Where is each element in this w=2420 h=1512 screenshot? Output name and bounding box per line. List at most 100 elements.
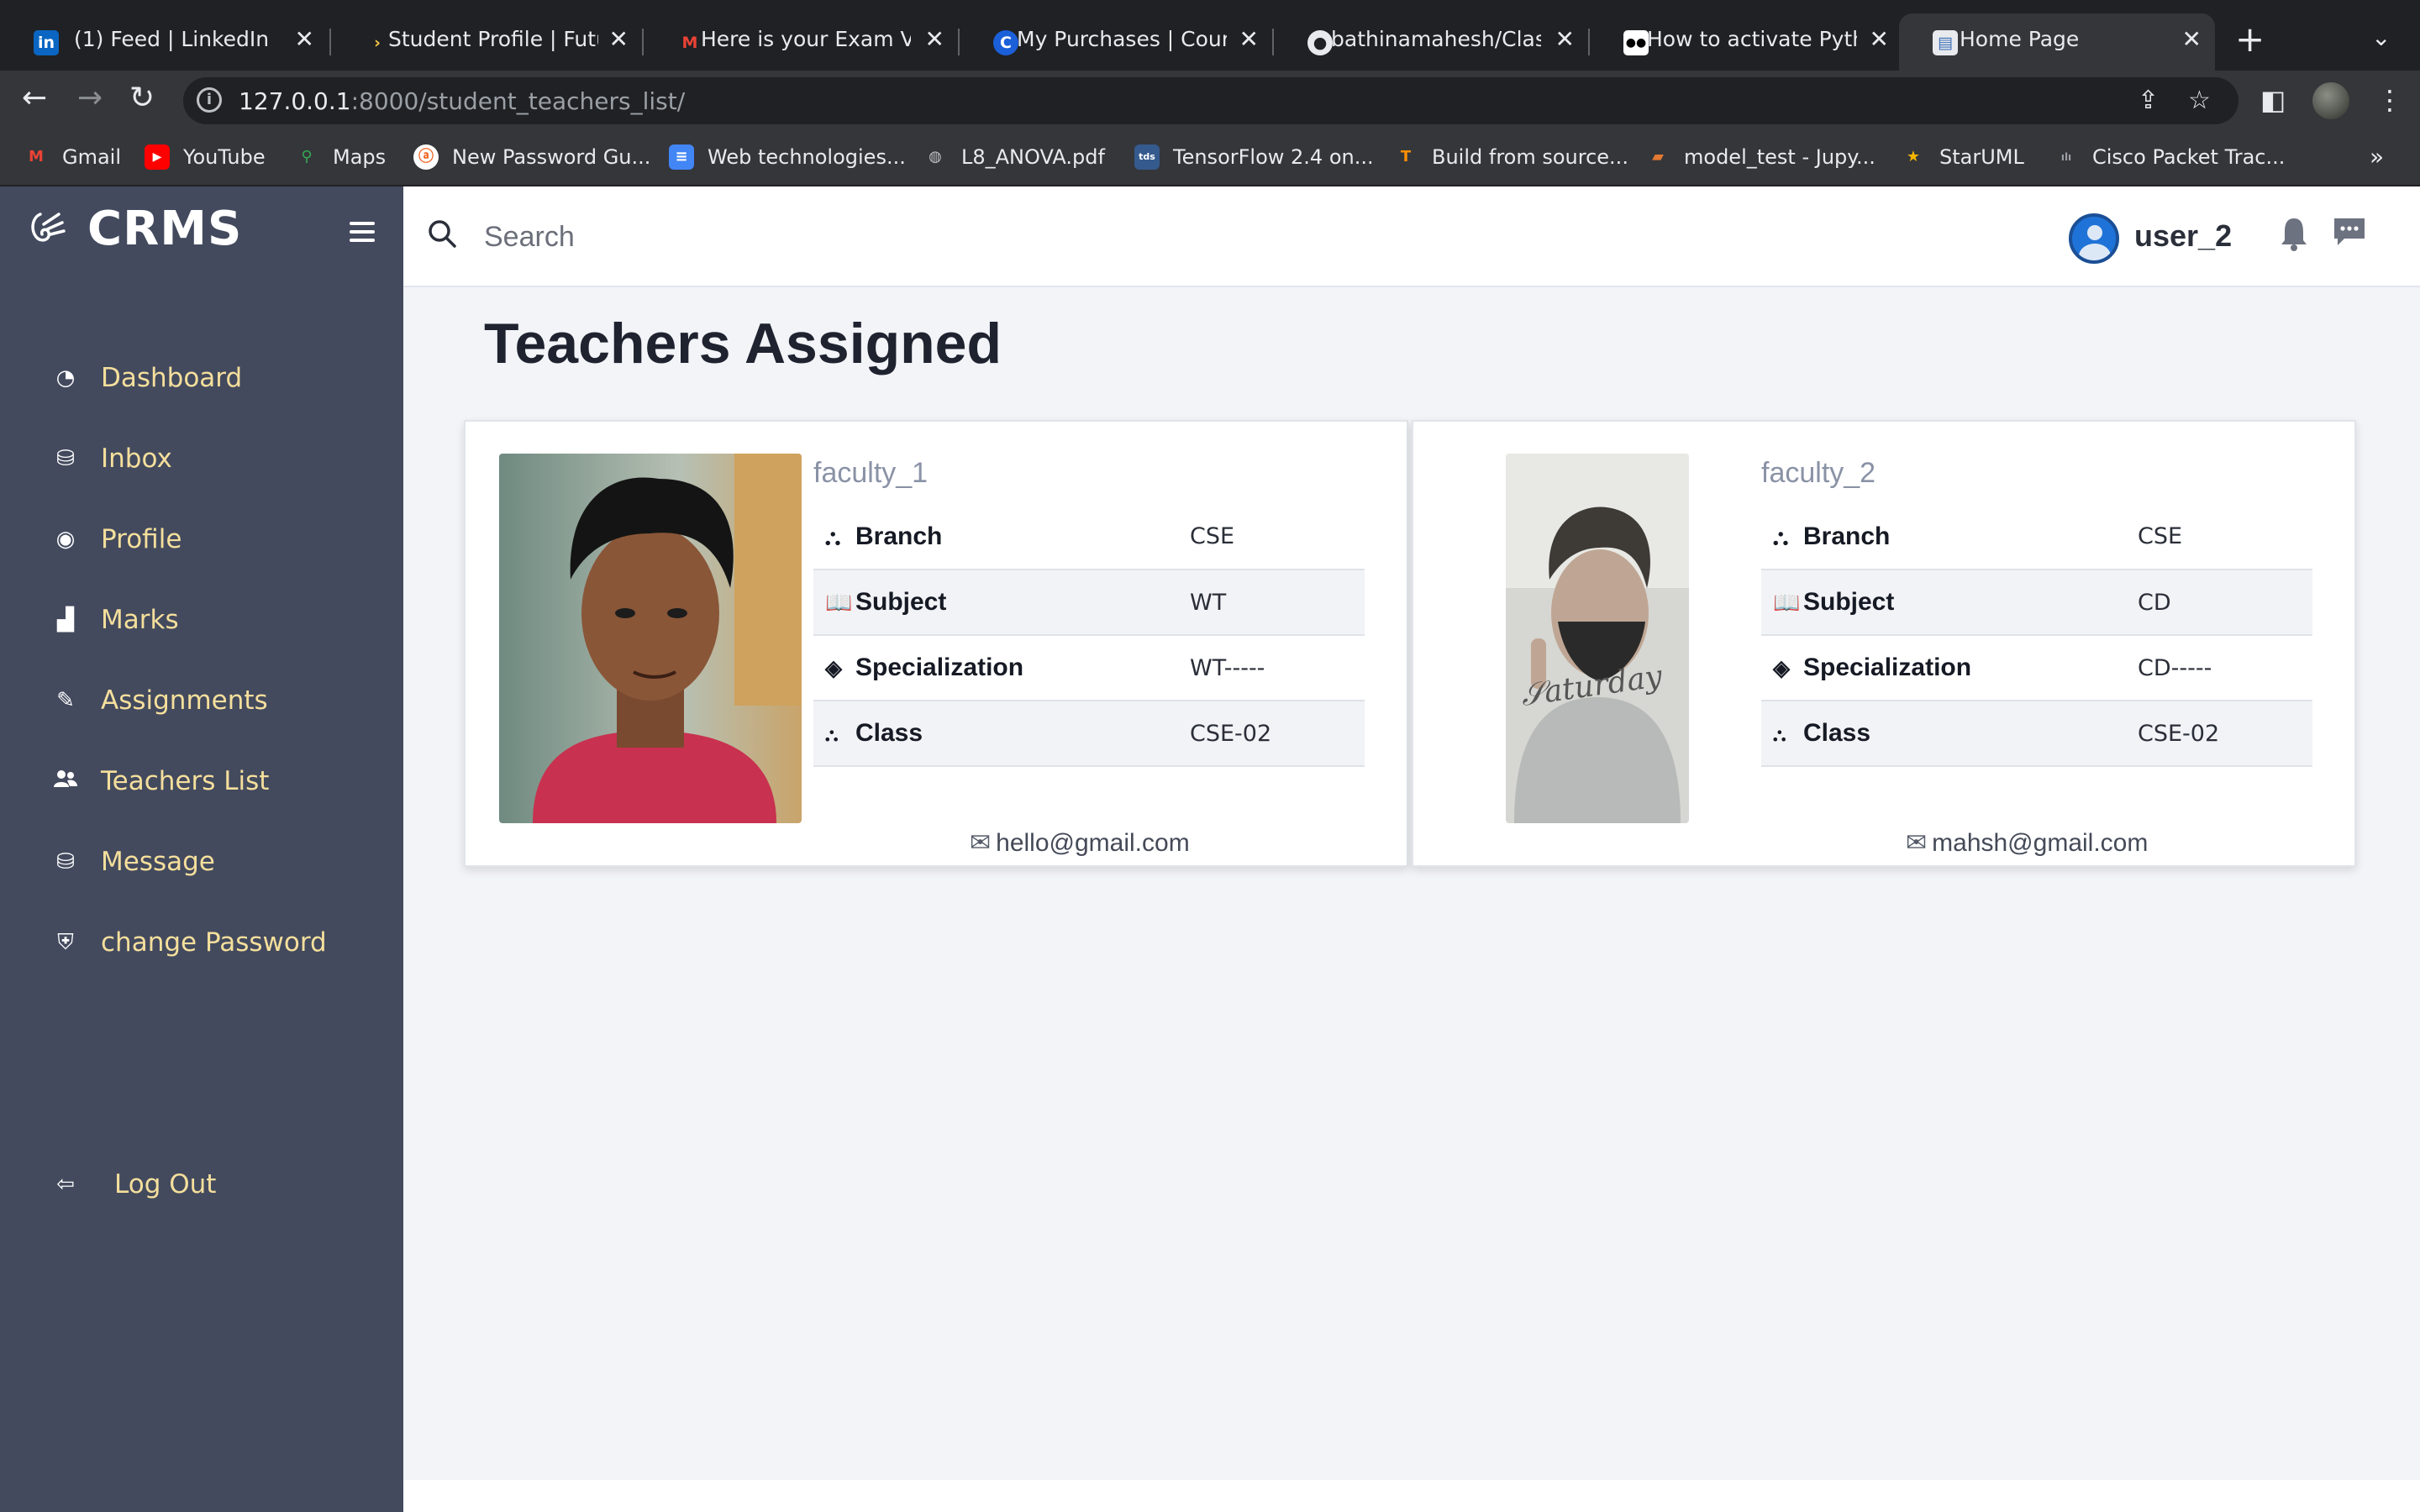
close-tab-icon[interactable]: ✕ [609,25,629,53]
teacher-card: 𝒮aturday faculty_2 ⛬ Branch CSE 📖 Subject … [1412,420,2356,867]
browser-tab[interactable]: in (1) Feed | LinkedIn ✕ [0,13,328,71]
bookmark-cisco[interactable]: ılı Cisco Packet Trac... [2054,144,2286,170]
bookmark-label: StarUML [1939,145,2024,169]
site-info-icon[interactable]: i [197,87,222,113]
browser-tab[interactable]: C My Purchases | Cours ✕ [960,13,1272,71]
sitemap-icon: ⛬ [825,523,841,549]
bookmark-star-icon[interactable]: ☆ [2188,86,2211,115]
bookmark-build-from-source[interactable]: T Build from source... [1393,144,1628,170]
specialization-label-cell: ◈ Specialization [813,635,1190,701]
bookmark-tensorflow[interactable]: tds TensorFlow 2.4 on... [1134,144,1374,170]
close-tab-icon[interactable]: ✕ [1870,25,1889,53]
nav-logout[interactable]: ⇦ Log Out [52,1169,216,1200]
table-row: 📖 Subject WT [813,570,1365,636]
browser-profile-avatar[interactable] [2312,82,2349,119]
chat-icon[interactable] [2331,215,2368,249]
teacher-details-table: ⛬ Branch CSE 📖 Subject CD ◈ Specialization … [1761,504,2312,767]
bell-icon[interactable] [2279,215,2309,252]
nav-assignments[interactable]: ✎ Assignments [52,685,268,716]
nav-marks[interactable]: ▟ Marks [52,605,179,635]
bookmark-web-technologies[interactable]: ≡ Web technologies... [669,144,906,170]
table-row: ⛬ Class CSE-02 [813,701,1365,767]
bookmark-model-test[interactable]: ▰ model_test - Jupy... [1645,144,1876,170]
envelope-icon: ✉ [970,829,992,857]
nav-message[interactable]: ⛁ Message [52,847,215,877]
bookmarks-bar: M Gmail ▶ YouTube ⚲ Maps ⓐ New Password Gu..… [0,131,2420,186]
bookmark-label: Build from source... [1432,145,1628,169]
profile-icon: ◉ [55,527,76,552]
share-icon[interactable]: ⇪ [2138,86,2159,115]
bookmark-label: YouTube [183,145,266,169]
url-text[interactable]: 127.0.0.1:8000/student_teachers_list/ [239,87,685,115]
bookmark-maps[interactable]: ⚲ Maps [294,144,386,170]
back-arrow-icon[interactable]: ← [22,81,47,115]
browser-tab[interactable]: M Here is your Exam Vou ✕ [644,13,958,71]
message-icon: ⛁ [56,849,75,874]
table-row: ◈ Specialization CD----- [1761,635,2312,701]
nav-label: Inbox [101,444,172,474]
table-row: ⛬ Class CSE-02 [1761,701,2312,767]
teacher-email[interactable]: ✉ mahsh@gmail.com [1906,828,2148,858]
teacher-email[interactable]: ✉ hello@gmail.com [970,828,1190,858]
bookmark-gmail[interactable]: M Gmail [24,144,121,170]
table-row: ⛬ Branch CSE [1761,504,2312,570]
side-panel-icon[interactable]: ◧ [2260,84,2286,116]
close-tab-icon[interactable]: ✕ [925,25,944,53]
new-tab-plus-icon[interactable]: + [2235,18,2265,60]
futurense-icon: › [374,34,381,52]
browser-tab[interactable]: › Student Profile | Futur ✕ [331,13,642,71]
browser-tab[interactable]: ● bathinamahesh/Classr ✕ [1274,13,1588,71]
bookmark-label: L8_ANOVA.pdf [961,145,1105,169]
nav-inbox[interactable]: ⛁ Inbox [52,444,172,474]
search-input[interactable] [482,213,986,260]
nav-label: Assignments [101,685,268,716]
brand[interactable]: CRMS [25,202,242,256]
user-avatar[interactable] [2069,213,2119,264]
page-title: Teachers Assigned [484,312,1002,375]
cisco-icon: ılı [2060,151,2072,163]
nav-dashboard[interactable]: ◔ Dashboard [52,363,243,393]
bookmark-staruml[interactable]: ★ StarUML [1901,144,2024,170]
youtube-icon: ▶ [145,144,170,170]
reload-icon[interactable]: ↻ [129,81,155,115]
teacher-card: faculty_1 ⛬ Branch CSE 📖 Subject WT ◈ Speci… [464,420,1408,867]
tab-title: Home Page [1960,27,2080,51]
nav-change-password[interactable]: ⛨ change Password [52,927,327,958]
search-icon[interactable] [427,218,457,249]
branch-label: Branch [855,522,943,550]
table-row: 📖 Subject CD [1761,570,2312,636]
forward-arrow-icon[interactable]: → [77,81,103,115]
envelope-icon: ✉ [1906,829,1928,857]
bookmark-password-guide[interactable]: ⓐ New Password Gu... [413,144,650,170]
browser-tab-active[interactable]: ▤ Home Page ✕ [1899,13,2215,71]
inbox-icon: ⛁ [56,446,75,471]
username[interactable]: user_2 [2134,218,2232,254]
class-label-cell: ⛬ Class [813,701,1190,767]
close-tab-icon[interactable]: ✕ [1555,25,1575,53]
bookmark-youtube[interactable]: ▶ YouTube [145,144,266,170]
password-icon: ⓐ [413,144,439,170]
tab-search-chevron-icon[interactable]: ⌄ [2371,24,2391,51]
browser-menu-icon[interactable]: ⋮ [2376,84,2403,116]
close-tab-icon[interactable]: ✕ [1239,25,1259,53]
shield-icon: ⛨ [57,929,74,955]
edit-icon: ✎ [56,688,75,713]
address-bar[interactable]: i 127.0.0.1:8000/student_teachers_list/ … [183,77,2238,124]
nav-label: change Password [101,927,327,958]
browser-tab[interactable]: ●● How to activate Pytho ✕ [1590,13,1902,71]
more-bookmarks-icon[interactable]: » [2370,143,2384,171]
subject-value: WT [1190,570,1365,636]
menu-toggle-icon[interactable] [350,222,375,244]
nav-label: Message [101,847,215,877]
branch-label-cell: ⛬ Branch [813,504,1190,570]
nav-teachers-list[interactable]: Teachers List [52,766,269,796]
close-tab-icon[interactable]: ✕ [295,25,314,53]
bookmark-label: Cisco Packet Trac... [2092,145,2286,169]
class-label-cell: ⛬ Class [1761,701,2138,767]
bookmark-anova-pdf[interactable]: ◍ L8_ANOVA.pdf [923,144,1105,170]
subject-label: Subject [855,588,947,616]
close-tab-icon[interactable]: ✕ [2182,25,2202,53]
nav-profile[interactable]: ◉ Profile [52,524,182,554]
subject-label: Subject [1803,588,1895,616]
bookmark-label: Maps [333,145,387,169]
